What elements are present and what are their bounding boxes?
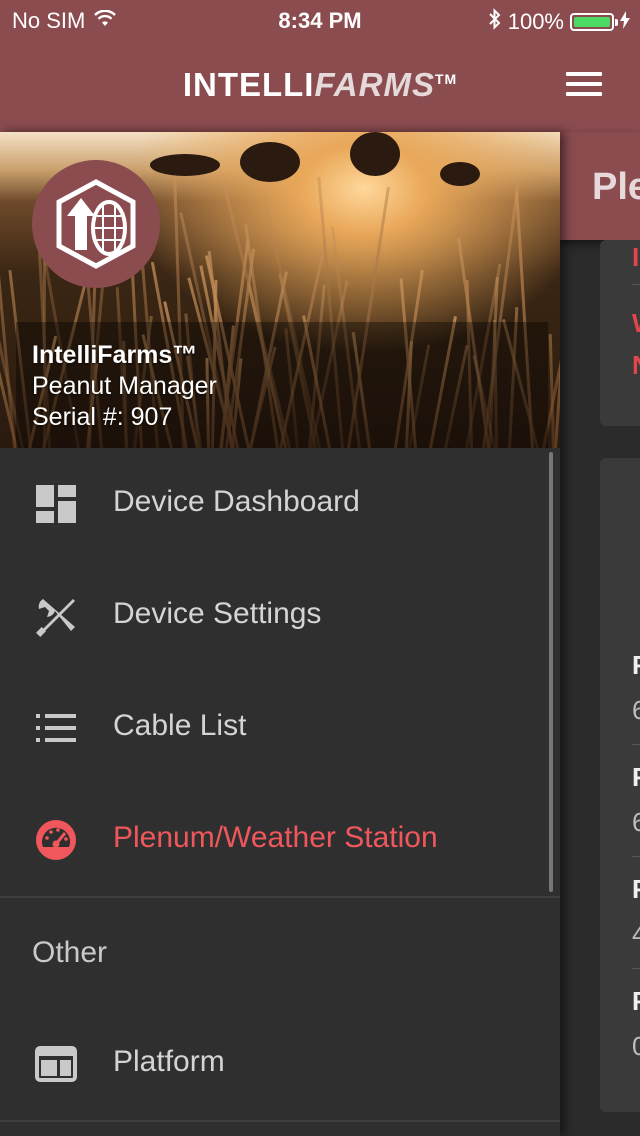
nav-item-label: Platform — [113, 1045, 225, 1078]
device-info: IntelliFarms™ Peanut Manager Serial #: 9… — [32, 340, 217, 433]
brand-part-2: FARMS — [314, 66, 435, 103]
nav-item-label: Device Settings — [113, 597, 322, 630]
list-icon — [32, 704, 80, 752]
page-title: Ple — [592, 166, 640, 208]
platform-icon — [32, 1040, 80, 1088]
status-bar: No SIM 8:34 PM 100% — [0, 0, 640, 40]
reading-row: F4 — [632, 874, 640, 949]
drawer-scrollbar[interactable] — [549, 452, 553, 892]
charging-icon — [620, 9, 630, 35]
battery-percent: 100% — [507, 9, 564, 34]
reading-row: F0 — [632, 986, 640, 1061]
brand-part-1: INTELLI — [182, 66, 315, 103]
app-logo-text: INTELLIFARMSTM — [0, 66, 640, 104]
device-logo-icon — [32, 160, 160, 288]
drawer-divider — [0, 1120, 560, 1122]
nav-item-label: Device Dashboard — [113, 485, 360, 518]
brand-trademark: TM — [434, 71, 458, 87]
dashboard-icon — [32, 480, 80, 528]
wheat-stalk-decoration — [554, 259, 560, 448]
reading-row: F6 — [632, 762, 640, 837]
nav-item-plenum-weather-station[interactable]: Plenum/Weather Station — [0, 784, 560, 896]
bluetooth-icon — [488, 8, 502, 36]
readings-card: F6 F6 F4 F0 — [600, 458, 640, 1112]
nav-item-label: Plenum/Weather Station — [113, 821, 438, 854]
reading-row: F6 — [632, 650, 640, 725]
card-divider — [632, 284, 640, 285]
nav-item-device-settings[interactable]: Device Settings — [0, 560, 560, 672]
device-name: Peanut Manager — [32, 372, 217, 400]
battery-level — [574, 17, 610, 27]
app-header: No SIM 8:34 PM 100% INTELLIFARMSTM — [0, 0, 640, 132]
device-serial: Serial #: 907 — [32, 403, 173, 431]
nav-item-platform[interactable]: Platform — [0, 1008, 560, 1120]
page-title-bar: Ple — [560, 132, 640, 240]
nav-item-device-dashboard[interactable]: Device Dashboard — [0, 448, 560, 560]
drawer-divider — [0, 896, 560, 898]
row-divider — [632, 744, 640, 745]
row-divider — [632, 968, 640, 969]
gauge-icon — [32, 816, 80, 864]
row-divider — [632, 856, 640, 857]
hamburger-menu-icon[interactable] — [566, 72, 602, 96]
drawer-header-image: IntelliFarms™ Peanut Manager Serial #: 9… — [0, 132, 560, 448]
card-text: I — [632, 242, 640, 272]
navigation-drawer: IntelliFarms™ Peanut Manager Serial #: 9… — [0, 132, 560, 1136]
device-brand: IntelliFarms™ — [32, 341, 198, 369]
nav-item-cable-list[interactable]: Cable List — [0, 672, 560, 784]
tools-icon — [32, 592, 80, 640]
nav-item-label: Cable List — [113, 709, 247, 742]
status-card: I WN — [600, 240, 640, 426]
battery-icon — [570, 13, 618, 31]
section-heading-other: Other — [32, 936, 108, 969]
card-text: WN — [632, 302, 640, 386]
